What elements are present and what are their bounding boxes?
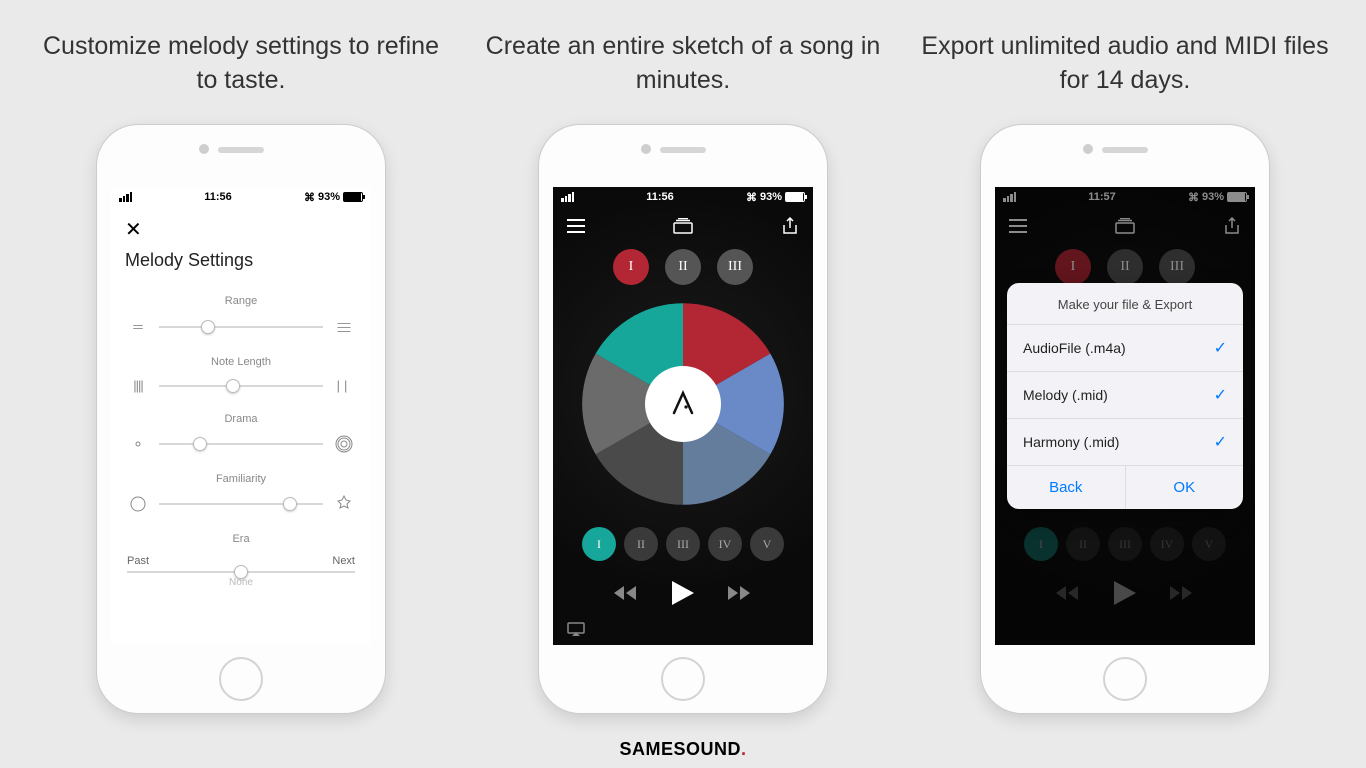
section-tab-3[interactable]: III [717, 249, 753, 285]
range-slider[interactable] [159, 326, 323, 328]
signal-icon [119, 192, 132, 202]
close-icon[interactable]: ✕ [125, 217, 357, 242]
bluetooth-icon: ⌘ [746, 191, 757, 204]
export-option-label: Harmony (.mid) [1023, 434, 1119, 450]
airplay-icon[interactable] [567, 622, 585, 642]
familiarity-label: Familiarity [127, 473, 355, 485]
play-icon[interactable] [672, 581, 694, 610]
battery-icon [343, 192, 363, 202]
export-option-label: AudioFile (.m4a) [1023, 340, 1126, 356]
stack-icon[interactable] [672, 215, 694, 237]
check-icon: ✓ [1214, 338, 1227, 358]
caption-3: Export unlimited audio and MIDI files fo… [915, 30, 1335, 100]
range-wide-icon: ——— [333, 321, 355, 333]
share-icon[interactable] [779, 215, 801, 237]
battery-icon [785, 192, 805, 202]
watermark: SAMESOUND. [619, 739, 746, 760]
rewind-icon[interactable] [614, 585, 638, 606]
chord-4[interactable]: IV [708, 527, 742, 561]
forward-icon[interactable] [728, 585, 752, 606]
familiarity-slider[interactable] [159, 503, 323, 505]
export-sheet: Make your file & Export AudioFile (.m4a)… [1007, 283, 1243, 509]
export-option-harmony[interactable]: Harmony (.mid) ✓ [1007, 418, 1243, 465]
caption-2: Create an entire sketch of a song in min… [473, 30, 893, 100]
wheel-center-button[interactable] [645, 366, 721, 442]
phone-3: 11:57 ⌘93% I II III [980, 124, 1270, 714]
bluetooth-icon: ⌘ [304, 191, 315, 204]
phone-2: 11:56 ⌘93% I II III [538, 124, 828, 714]
drama-low-icon [127, 436, 149, 452]
notelength-label: Note Length [127, 356, 355, 368]
export-sheet-title: Make your file & Export [1007, 283, 1243, 324]
drama-high-icon [333, 435, 355, 453]
section-tab-1[interactable]: I [613, 249, 649, 285]
home-button[interactable] [1103, 657, 1147, 701]
status-time: 11:56 [646, 191, 674, 203]
range-label: Range [127, 295, 355, 307]
ok-button[interactable]: OK [1126, 466, 1244, 509]
battery-pct: 93% [760, 191, 782, 203]
status-time: 11:56 [204, 191, 232, 203]
era-past-label: Past [127, 555, 149, 567]
back-button[interactable]: Back [1007, 466, 1126, 509]
app-logo-icon [668, 387, 698, 422]
chord-2[interactable]: II [624, 527, 658, 561]
status-bar: 11:56 ⌘ 93% [111, 187, 371, 207]
notelength-short-icon: |||| [127, 378, 149, 393]
chord-5[interactable]: V [750, 527, 784, 561]
check-icon: ✓ [1214, 385, 1227, 405]
phone-1: 11:56 ⌘ 93% ✕ Melody Settings Range [96, 124, 386, 714]
status-bar: 11:56 ⌘93% [553, 187, 813, 207]
menu-icon[interactable] [565, 215, 587, 237]
home-button[interactable] [219, 657, 263, 701]
notelength-slider[interactable] [159, 385, 323, 387]
notelength-long-icon: || [333, 378, 355, 393]
export-option-melody[interactable]: Melody (.mid) ✓ [1007, 371, 1243, 418]
export-option-label: Melody (.mid) [1023, 387, 1108, 403]
chord-1[interactable]: I [582, 527, 616, 561]
page-title: Melody Settings [125, 250, 357, 271]
section-tab-2[interactable]: II [665, 249, 701, 285]
signal-icon [561, 192, 574, 202]
drama-label: Drama [127, 413, 355, 425]
check-icon: ✓ [1214, 432, 1227, 452]
era-slider[interactable] [127, 571, 355, 573]
familiarity-high-icon [333, 495, 355, 513]
chord-3[interactable]: III [666, 527, 700, 561]
caption-1: Customize melody settings to refine to t… [31, 30, 451, 100]
drama-slider[interactable] [159, 443, 323, 445]
range-narrow-icon: ＝ [127, 317, 149, 336]
chord-wheel[interactable] [578, 299, 788, 509]
era-next-label: Next [332, 555, 355, 567]
era-label: Era [127, 533, 355, 545]
export-option-audio[interactable]: AudioFile (.m4a) ✓ [1007, 324, 1243, 371]
familiarity-low-icon [127, 495, 149, 513]
battery-pct: 93% [318, 191, 340, 203]
home-button[interactable] [661, 657, 705, 701]
